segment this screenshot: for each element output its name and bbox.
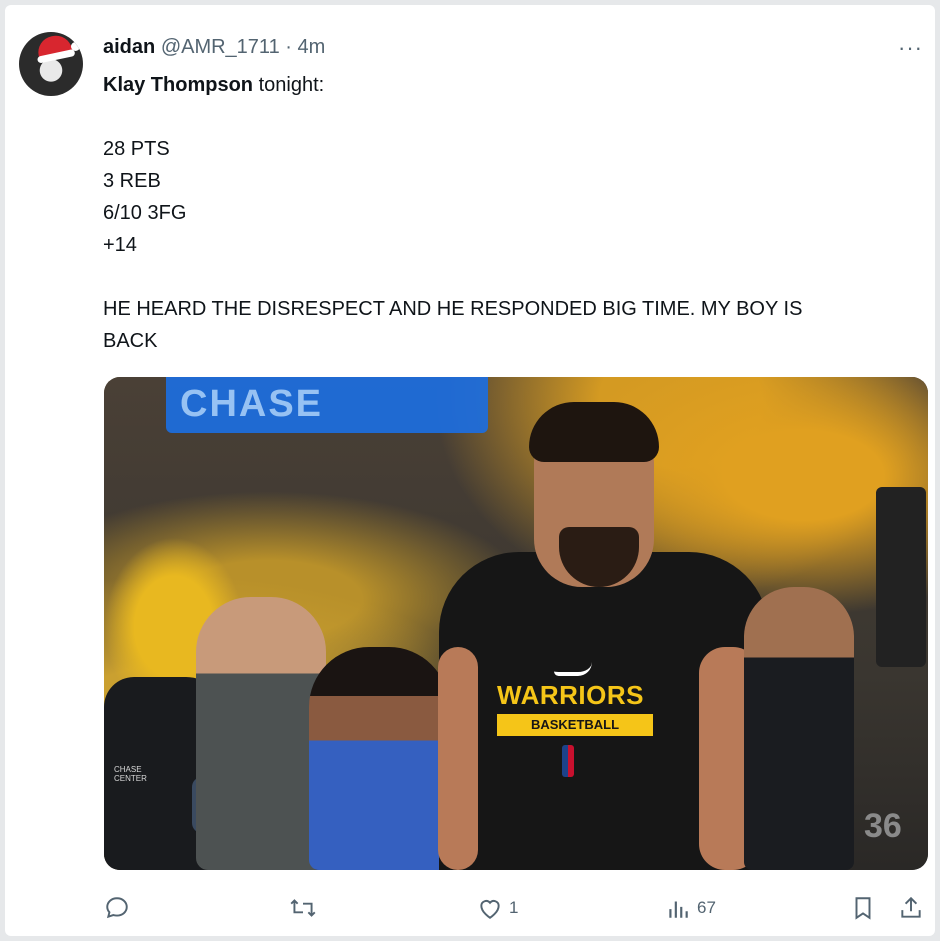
patch-text: CHASE CENTER [114, 765, 147, 783]
jersey-sub: BASKETBALL [497, 714, 653, 736]
hat-pom-icon [71, 42, 80, 51]
like-count: 1 [509, 898, 519, 917]
tweet-text-line [103, 261, 923, 293]
more-options-icon[interactable]: ··· [898, 35, 923, 61]
bookmark-icon [855, 897, 871, 920]
author-handle[interactable]: @AMR_1711 [161, 36, 280, 58]
tweet-text: Klay Thompson tonight: 28 PTS 3 REB 6/10 3F… [103, 69, 923, 357]
separator: · [285, 36, 292, 58]
like-icon [480, 900, 500, 919]
tweet-mention-bold: Klay Thompson [103, 74, 254, 96]
reply-button[interactable] [104, 893, 136, 923]
santa-hat-icon [35, 32, 73, 60]
spectator-woman [309, 647, 449, 870]
nba-logo-icon [562, 745, 574, 777]
tweet-text-segment: 3 REB [103, 170, 161, 192]
tweet-text-line: +14 [103, 229, 923, 261]
player-arm-left [438, 647, 478, 870]
timestamp[interactable]: 4m [298, 36, 326, 58]
tweet-text-line: 28 PTS [103, 133, 923, 165]
repost-icon [290, 899, 316, 917]
views-button[interactable]: 67 [665, 893, 716, 923]
tweet-image[interactable]: CHASE CHASE CENTER WARRIORS BASKETBALL 3… [104, 377, 928, 870]
tweet-text-line [103, 101, 923, 133]
sideline-number: 36 [864, 807, 902, 845]
tweet-text-segment: tonight: [253, 74, 325, 96]
share-icon [901, 896, 921, 918]
tweet-text-line: 6/10 3FG [103, 197, 923, 229]
author-name[interactable]: aidan [103, 36, 155, 58]
share-button[interactable] [898, 893, 924, 923]
spectator-man [196, 597, 326, 870]
repost-button[interactable] [288, 893, 324, 923]
views-count: 67 [697, 898, 716, 917]
jersey-team: WARRIORS [497, 680, 644, 710]
tweet-text-line: 3 REB [103, 165, 923, 197]
player-hair [529, 402, 659, 462]
tweet-text-line: Klay Thompson tonight: [103, 69, 923, 101]
tweet-text-segment: +14 [103, 234, 137, 256]
tweet-text-segment: 6/10 3FG [103, 202, 187, 224]
tweet-text-line: HE HEARD THE DISRESPECT AND HE RESPONDED… [103, 293, 923, 325]
tweet-header: aidan @AMR_1711 · 4m [103, 36, 325, 59]
bookmark-button[interactable] [851, 893, 875, 923]
nba-pillar [876, 487, 926, 667]
avatar[interactable] [19, 32, 83, 96]
tweet-text-line: BACK [103, 325, 923, 357]
reply-icon [106, 897, 128, 919]
like-button[interactable]: 1 [477, 893, 518, 923]
tweet-text-segment: HE HEARD THE DISRESPECT AND HE RESPONDED… [103, 298, 803, 320]
views-icon [669, 901, 688, 918]
tweet-text-segment: BACK [103, 330, 158, 352]
arena-sign-text: CHASE [180, 383, 324, 425]
tweet-text-segment: 28 PTS [103, 138, 170, 160]
tweet-card: aidan @AMR_1711 · 4m ··· Klay Thompson t… [5, 5, 935, 936]
right-background-figure [744, 587, 854, 870]
